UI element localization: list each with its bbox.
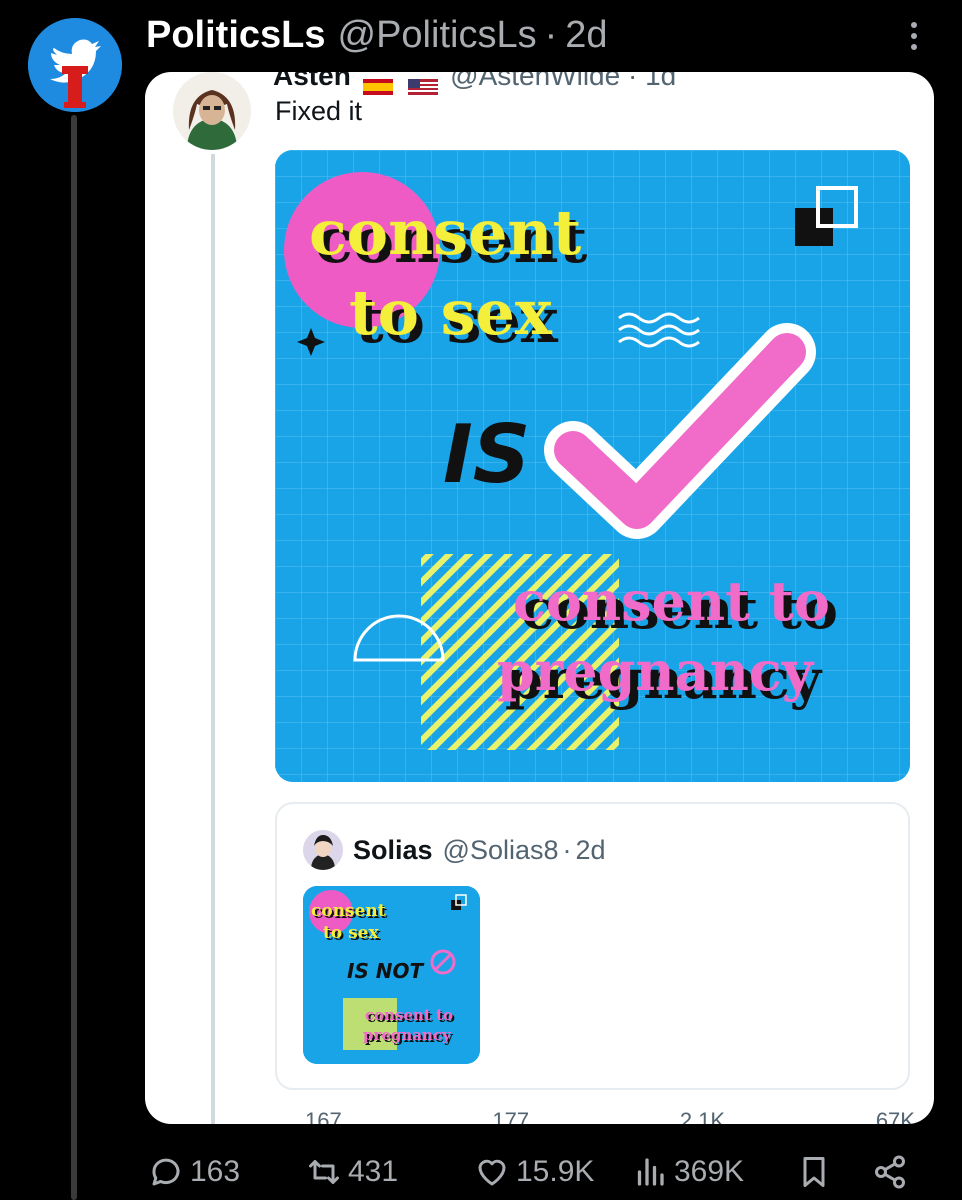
image-line3: consent to: [513, 569, 830, 633]
inner-thread-line: [211, 154, 215, 1124]
quoted-tweet-header: Solias @Solias8 · 2d: [303, 830, 606, 870]
view-count: 369K: [674, 1155, 745, 1188]
separator: ·: [544, 13, 558, 56]
inner-repost-count: 177: [492, 1108, 530, 1124]
reply-icon: [152, 1158, 180, 1186]
repost-icon: [309, 1160, 339, 1184]
image-line1: consent: [309, 196, 582, 269]
quoted-tweet[interactable]: Solias @Solias8 · 2d consent consent to …: [275, 802, 910, 1090]
views-icon: [637, 1158, 664, 1186]
thumb-line3: consent to: [365, 1006, 453, 1024]
bookmark-icon: [803, 1157, 825, 1187]
spain-flag-icon: [362, 72, 393, 95]
avatar[interactable]: [28, 18, 122, 112]
bookmark-button[interactable]: [796, 1154, 838, 1190]
us-flag-icon: [408, 72, 439, 95]
repost-count: 431: [348, 1155, 399, 1188]
tweet-header: PoliticsLs @PoliticsLs · 2d: [146, 12, 608, 58]
more-options-icon[interactable]: [904, 18, 924, 58]
like-count: 15.9K: [516, 1155, 595, 1188]
tweet-text: Fixed it: [275, 96, 363, 126]
reply-button[interactable]: 163: [148, 1154, 240, 1190]
inner-author-name: Asten: [273, 72, 351, 91]
inner-avatar: [173, 72, 251, 150]
inner-author-handle: @AstenWilde: [450, 72, 621, 91]
inner-timestamp: 1d: [645, 72, 677, 91]
thumb-line2: to sex: [323, 923, 379, 943]
quoted-avatar: [303, 830, 343, 870]
image-line4: pregnancy: [497, 639, 815, 703]
action-bar: 163 431 15.9K 369K: [148, 1148, 918, 1196]
like-button[interactable]: 15.9K: [474, 1154, 594, 1190]
heart-icon: [478, 1159, 506, 1186]
quoted-author-handle: @Solias8: [442, 834, 559, 865]
share-icon: [875, 1155, 905, 1189]
inner-tweet-header: Asten @AstenWilde · 1d: [273, 72, 677, 95]
thread-line: [71, 115, 77, 1200]
repost-button[interactable]: 431: [306, 1154, 398, 1190]
separator: ·: [562, 834, 572, 865]
inner-action-bar: 167 177 2.1K 67K: [305, 1108, 915, 1124]
inner-like-count: 2.1K: [679, 1108, 726, 1124]
thumb-middle-text: IS NOT: [347, 959, 425, 983]
inner-reply-count: 167: [305, 1108, 342, 1124]
quoted-author-name: Solias: [353, 834, 433, 865]
author-handle[interactable]: @PoliticsLs: [338, 14, 537, 57]
inner-view-count: 67K: [875, 1108, 915, 1124]
timestamp[interactable]: 2d: [565, 14, 607, 57]
image-middle-text: IS: [443, 408, 530, 501]
thumb-line1: consent: [311, 901, 386, 921]
image-line2: to sex: [349, 276, 553, 349]
views-button[interactable]: 369K: [632, 1154, 744, 1190]
quoted-timestamp: 2d: [575, 834, 606, 865]
author-name[interactable]: PoliticsLs: [146, 14, 326, 57]
screenshot-card[interactable]: Asten @AstenWilde · 1d Fixed it consent …: [145, 72, 934, 1124]
quoted-image[interactable]: consent consent to sex to sex IS NOT con…: [303, 886, 480, 1064]
thumb-line4: pregnancy: [363, 1026, 452, 1044]
reply-count: 163: [190, 1155, 241, 1188]
share-button[interactable]: [872, 1154, 914, 1190]
main-image[interactable]: consent consent to sex to sex IS consent…: [275, 150, 910, 782]
